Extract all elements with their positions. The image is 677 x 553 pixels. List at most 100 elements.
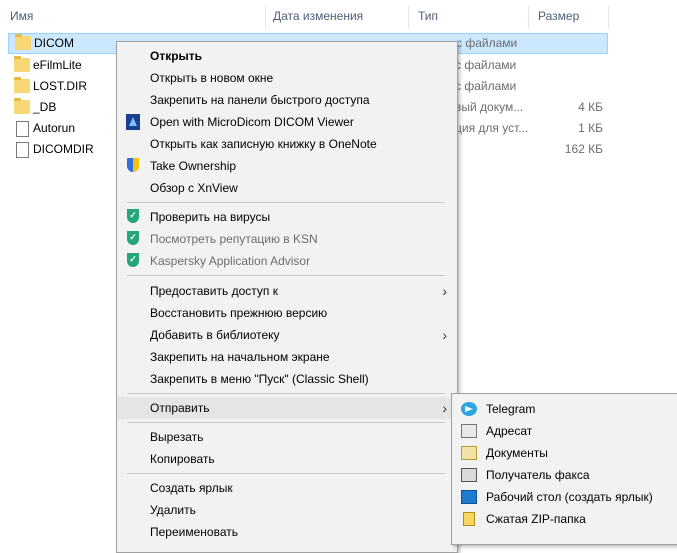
menu-item-label: Закрепить в меню "Пуск" (Classic Shell) <box>150 372 369 386</box>
menu-item-open[interactable]: Открыть <box>117 45 457 67</box>
kaspersky-shield-icon: ✓ <box>127 209 139 223</box>
column-type[interactable]: Тип <box>408 0 528 32</box>
submenu-item-label: Рабочий стол (создать ярлык) <box>486 490 653 504</box>
menu-item-take-ownership[interactable]: Take Ownership <box>117 155 457 177</box>
menu-item-kaspersky-advisor[interactable]: ✓ Kaspersky Application Advisor <box>117 250 457 272</box>
microdicom-icon <box>126 114 140 130</box>
folder-icon <box>14 77 30 93</box>
menu-item-restore-version[interactable]: Восстановить прежнюю версию <box>117 302 457 324</box>
column-date[interactable]: Дата изменения <box>263 0 408 32</box>
file-size: 162 КБ <box>564 142 603 156</box>
file-name: eFilmLite <box>33 58 82 72</box>
zip-folder-icon <box>463 512 475 526</box>
fax-icon <box>461 468 477 482</box>
telegram-icon <box>461 402 477 416</box>
menu-item-label: Отправить <box>150 401 210 415</box>
sendto-fax-recipient[interactable]: Получатель факса <box>452 464 677 486</box>
file-type: с файлами <box>455 79 517 93</box>
send-to-submenu: Telegram Адресат Документы Получатель фа… <box>451 393 677 545</box>
menu-separator <box>127 275 445 276</box>
menu-item-label: Take Ownership <box>150 159 237 173</box>
menu-item-open-onenote[interactable]: Открыть как записную книжку в OneNote <box>117 133 457 155</box>
menu-item-label: Открыть в новом окне <box>150 71 274 85</box>
menu-separator <box>127 202 445 203</box>
sendto-mail-recipient[interactable]: Адресат <box>452 420 677 442</box>
menu-item-open-microdicom[interactable]: Open with MicroDicom DICOM Viewer <box>117 111 457 133</box>
menu-item-label: Проверить на вирусы <box>150 210 271 224</box>
file-name: _DB <box>33 100 57 114</box>
menu-item-label: Удалить <box>150 503 196 517</box>
menu-item-rename[interactable]: Переименовать <box>117 521 457 543</box>
column-header-bar: ⌃ Имя Дата изменения Тип Размер <box>0 0 677 32</box>
kaspersky-shield-icon: ✓ <box>127 231 139 245</box>
menu-item-label: Kaspersky Application Advisor <box>150 254 311 268</box>
menu-item-pin-quick-access[interactable]: Закрепить на панели быстрого доступа <box>117 89 457 111</box>
menu-item-open-new-window[interactable]: Открыть в новом окне <box>117 67 457 89</box>
settings-file-icon <box>16 121 29 137</box>
menu-item-xnview[interactable]: Обзор с XnView <box>117 177 457 199</box>
folder-icon <box>15 34 31 50</box>
contact-card-icon <box>461 424 477 438</box>
sendto-telegram[interactable]: Telegram <box>452 398 677 420</box>
chevron-right-icon: › <box>442 400 447 416</box>
submenu-item-label: Адресат <box>486 424 533 438</box>
menu-item-label: Открыть как записную книжку в OneNote <box>150 137 377 151</box>
file-type: ция для уст... <box>455 121 529 135</box>
menu-item-label: Предоставить доступ к <box>150 284 278 298</box>
menu-item-delete[interactable]: Удалить <box>117 499 457 521</box>
menu-item-label: Закрепить на начальном экране <box>150 350 330 364</box>
desktop-icon <box>461 490 477 504</box>
menu-item-send-to[interactable]: Отправить › <box>117 397 457 419</box>
file-type: с файлами <box>455 58 517 72</box>
submenu-item-label: Получатель факса <box>486 468 590 482</box>
uac-shield-icon <box>127 158 139 172</box>
sendto-documents[interactable]: Документы <box>452 442 677 464</box>
menu-item-create-shortcut[interactable]: Создать ярлык <box>117 477 457 499</box>
menu-item-label: Добавить в библиотеку <box>150 328 280 342</box>
sendto-zip-folder[interactable]: Сжатая ZIP-папка <box>452 508 677 530</box>
documents-icon <box>461 446 477 460</box>
menu-item-label: Восстановить прежнюю версию <box>150 306 328 320</box>
file-type: вый докум... <box>455 100 524 114</box>
chevron-right-icon: › <box>442 327 447 343</box>
menu-item-label: Посмотреть репутацию в KSN <box>150 232 318 246</box>
submenu-item-label: Telegram <box>486 402 536 416</box>
menu-item-label: Переименовать <box>150 525 238 539</box>
menu-item-ksn-reputation[interactable]: ✓ Посмотреть репутацию в KSN <box>117 228 457 250</box>
folder-icon <box>14 56 30 72</box>
folder-icon <box>14 98 30 114</box>
file-type: с файлами <box>456 36 518 50</box>
menu-separator <box>127 422 445 423</box>
menu-item-add-library[interactable]: Добавить в библиотеку › <box>117 324 457 346</box>
menu-item-scan-virus[interactable]: ✓ Проверить на вирусы <box>117 206 457 228</box>
menu-item-give-access[interactable]: Предоставить доступ к › <box>117 280 457 302</box>
menu-item-label: Открыть <box>150 49 203 63</box>
context-menu: Открыть Открыть в новом окне Закрепить н… <box>116 41 458 553</box>
menu-item-pin-classic-shell[interactable]: Закрепить в меню "Пуск" (Classic Shell) <box>117 368 457 390</box>
submenu-item-label: Документы <box>486 446 548 460</box>
menu-item-label: Закрепить на панели быстрого доступа <box>150 93 370 107</box>
kaspersky-shield-icon: ✓ <box>127 253 139 267</box>
menu-item-label: Создать ярлык <box>150 481 233 495</box>
menu-item-cut[interactable]: Вырезать <box>117 426 457 448</box>
menu-item-label: Обзор с XnView <box>150 181 238 195</box>
column-divider[interactable] <box>608 6 609 28</box>
file-name: DICOM <box>34 36 74 50</box>
file-icon <box>16 142 29 158</box>
menu-separator <box>127 473 445 474</box>
menu-item-pin-start[interactable]: Закрепить на начальном экране <box>117 346 457 368</box>
file-size: 1 КБ <box>578 121 603 135</box>
file-name: DICOMDIR <box>33 142 94 156</box>
file-name: LOST.DIR <box>33 79 88 93</box>
submenu-item-label: Сжатая ZIP-папка <box>486 512 586 526</box>
menu-item-copy[interactable]: Копировать <box>117 448 457 470</box>
menu-item-label: Копировать <box>150 452 215 466</box>
file-size: 4 КБ <box>578 100 603 114</box>
sendto-desktop-shortcut[interactable]: Рабочий стол (создать ярлык) <box>452 486 677 508</box>
menu-item-label: Вырезать <box>150 430 204 444</box>
chevron-right-icon: › <box>442 283 447 299</box>
column-name[interactable]: Имя <box>0 0 265 32</box>
menu-separator <box>127 393 445 394</box>
column-size[interactable]: Размер <box>528 0 608 32</box>
menu-item-label: Open with MicroDicom DICOM Viewer <box>150 115 354 129</box>
